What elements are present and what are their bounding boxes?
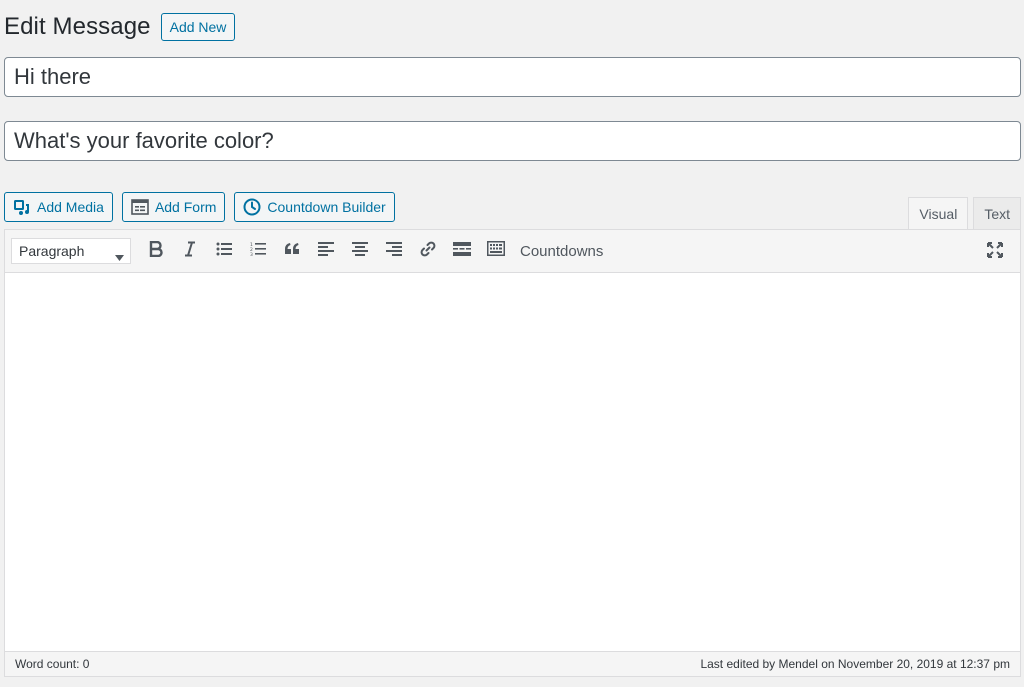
editor: Paragraph 1 2 3 Countdowns Word count: 0… <box>4 229 1021 677</box>
countdowns-button[interactable]: Countdowns <box>515 236 608 266</box>
align-center-icon <box>352 241 368 261</box>
align-center-button[interactable] <box>343 236 377 266</box>
last-edited: Last edited by Mendel on November 20, 20… <box>700 657 1010 671</box>
align-right-icon <box>386 241 402 261</box>
clock-icon <box>243 198 261 216</box>
blockquote-button[interactable] <box>275 236 309 266</box>
tab-text[interactable]: Text <box>973 197 1021 229</box>
link-icon <box>419 240 437 263</box>
toolbar-toggle-button[interactable] <box>479 236 513 266</box>
svg-text:3: 3 <box>250 252 253 256</box>
fullscreen-button[interactable] <box>978 237 1012 267</box>
read-more-button[interactable] <box>445 236 479 266</box>
bold-icon <box>149 240 163 262</box>
countdown-builder-button[interactable]: Countdown Builder <box>234 192 395 222</box>
page-header: Edit Message Add New <box>4 10 236 44</box>
word-count: Word count: 0 <box>15 657 90 671</box>
format-select-value: Paragraph <box>19 243 85 259</box>
bulleted-list-icon <box>216 242 232 261</box>
blockquote-icon <box>284 242 300 260</box>
add-media-button[interactable]: Add Media <box>4 192 113 222</box>
countdown-builder-label: Countdown Builder <box>267 199 386 215</box>
add-form-label: Add Form <box>154 199 217 215</box>
title-input[interactable]: Hi there <box>4 57 1021 97</box>
editor-tabs: Visual Text <box>908 197 1021 230</box>
format-select[interactable]: Paragraph <box>11 238 131 264</box>
add-form-button[interactable]: Add Form <box>121 192 226 222</box>
align-left-button[interactable] <box>309 236 343 266</box>
editor-status-bar: Word count: 0 Last edited by Mendel on N… <box>5 651 1020 676</box>
read-more-icon <box>453 241 471 261</box>
tab-visual[interactable]: Visual <box>908 197 969 230</box>
align-left-icon <box>318 241 334 261</box>
page-title: Edit Message <box>4 13 151 40</box>
italic-button[interactable] <box>173 236 207 266</box>
add-media-label: Add Media <box>37 199 104 215</box>
fullscreen-icon <box>986 241 1004 264</box>
add-new-button[interactable]: Add New <box>160 13 236 41</box>
numbered-list-button[interactable]: 1 2 3 <box>241 236 275 266</box>
link-button[interactable] <box>411 236 445 266</box>
add-media-icon <box>13 198 31 216</box>
align-right-button[interactable] <box>377 236 411 266</box>
bulleted-list-button[interactable] <box>207 236 241 266</box>
subject-input[interactable]: What's your favorite color? <box>4 121 1021 161</box>
toolbar-toggle-icon <box>487 241 505 261</box>
editor-content-area[interactable] <box>5 273 1020 650</box>
media-buttons: Add Media Add Form Countdown Builder <box>4 192 395 222</box>
form-icon <box>131 199 149 215</box>
bold-button[interactable] <box>139 236 173 266</box>
numbered-list-icon: 1 2 3 <box>250 242 266 261</box>
italic-icon <box>183 241 197 262</box>
caret-down-icon <box>115 248 124 264</box>
editor-toolbar: Paragraph 1 2 3 Countdowns <box>5 230 1020 273</box>
